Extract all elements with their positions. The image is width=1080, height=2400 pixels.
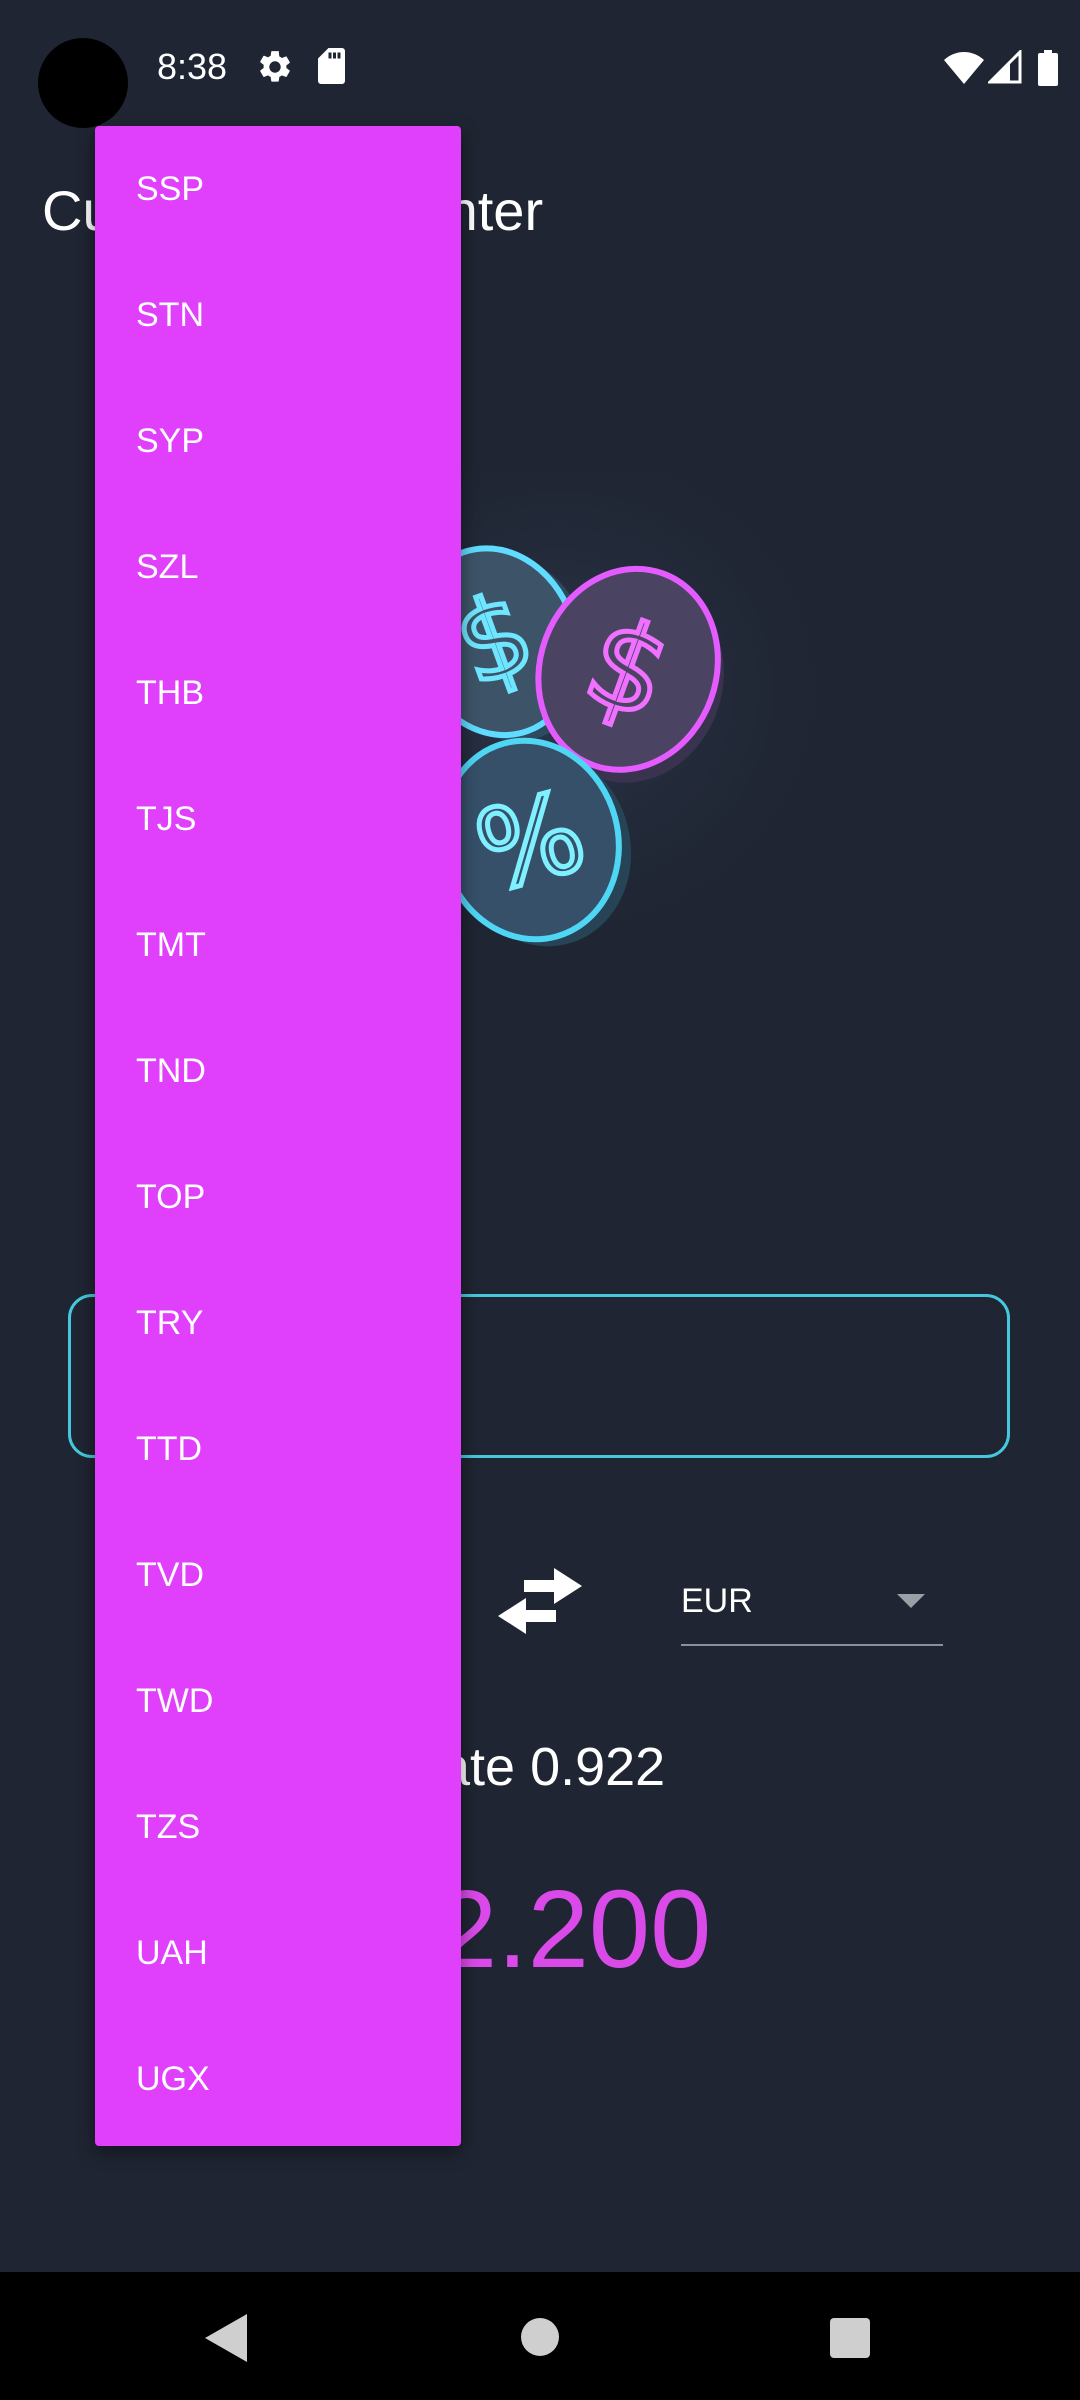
back-icon[interactable] xyxy=(205,2314,247,2362)
signal-icon xyxy=(988,50,1022,84)
list-item[interactable]: TVD xyxy=(95,1512,461,1638)
list-item[interactable]: TRY xyxy=(95,1260,461,1386)
list-item[interactable]: TND xyxy=(95,1008,461,1134)
status-time: 8:38 xyxy=(157,46,228,87)
list-item[interactable]: TJS xyxy=(95,756,461,882)
list-item[interactable]: TOP xyxy=(95,1134,461,1260)
wifi-icon xyxy=(944,52,984,84)
list-item[interactable]: SZL xyxy=(95,504,461,630)
list-item[interactable]: TZS xyxy=(95,1764,461,1890)
swap-icon[interactable] xyxy=(498,1568,582,1634)
navigation-bar xyxy=(0,2272,1080,2400)
list-item[interactable]: UAH xyxy=(95,1890,461,2016)
exchange-rate-text: ate 0.922 xyxy=(440,1737,666,1797)
list-item[interactable]: TMT xyxy=(95,882,461,1008)
camera-cutout xyxy=(38,38,128,128)
list-item[interactable]: TWD xyxy=(95,1638,461,1764)
converted-result: 2.200 xyxy=(436,1868,712,1991)
battery-icon xyxy=(1038,50,1058,86)
chevron-down-icon xyxy=(897,1594,925,1608)
list-item[interactable]: SYP xyxy=(95,378,461,504)
gear-icon xyxy=(260,51,290,82)
app-title-right: nter xyxy=(446,179,544,242)
to-currency-select[interactable]: EUR xyxy=(681,1572,943,1646)
list-item[interactable]: TTD xyxy=(95,1386,461,1512)
currency-dropdown-list: SSP STN SYP SZL THB TJS TMT TND TOP TRY … xyxy=(95,126,461,2146)
list-item[interactable]: SSP xyxy=(95,126,461,252)
list-item[interactable]: UGX xyxy=(95,2016,461,2142)
to-currency-value: EUR xyxy=(681,1582,753,1620)
home-icon[interactable] xyxy=(521,2318,559,2356)
status-bar: 8:38 xyxy=(0,0,1080,130)
list-item[interactable]: STN xyxy=(95,252,461,378)
sd-card-icon xyxy=(318,48,345,84)
list-item[interactable]: THB xyxy=(95,630,461,756)
recents-icon[interactable] xyxy=(830,2318,870,2358)
